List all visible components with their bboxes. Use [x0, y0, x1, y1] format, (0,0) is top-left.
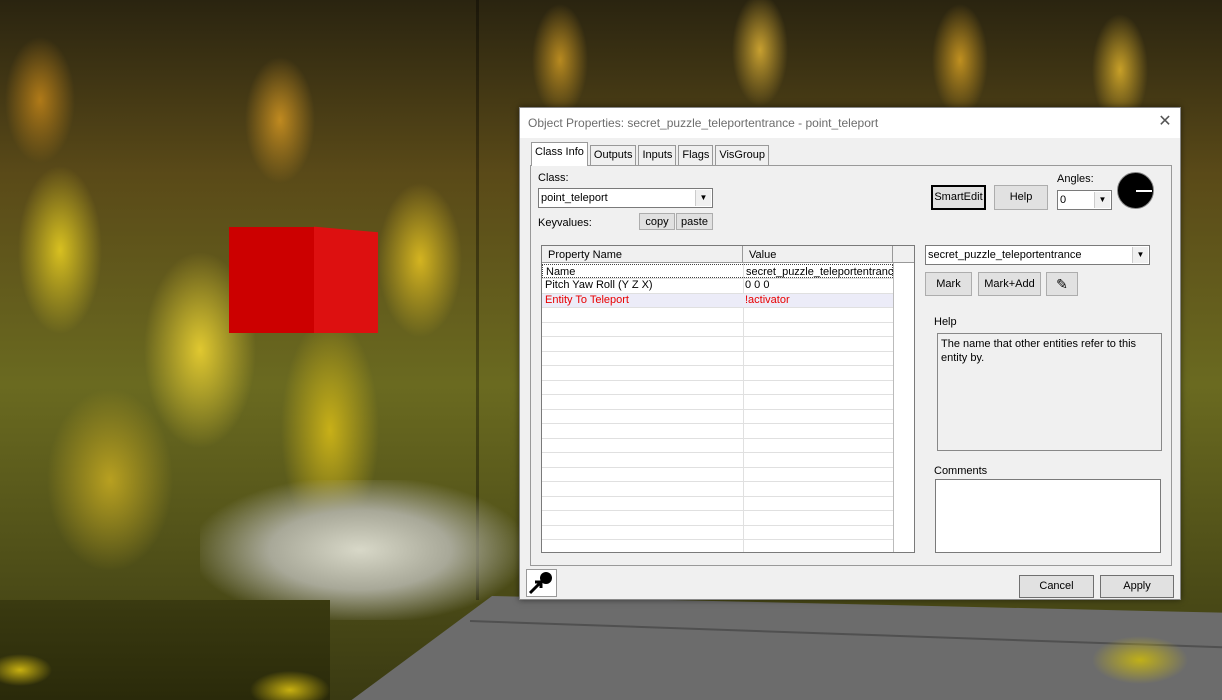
grid-row-line [542, 423, 893, 424]
comments-label: Comments [934, 465, 988, 477]
property-value: 0 0 0 [745, 279, 770, 291]
grid-row-line [542, 365, 893, 366]
keyvalues-label: Keyvalues: [538, 217, 592, 229]
help-text-box: The name that other entities refer to th… [937, 333, 1162, 451]
tab-inputs[interactable]: Inputs [638, 145, 677, 166]
grid-header-property[interactable]: Property Name [542, 246, 743, 263]
cube-side-face [314, 226, 378, 333]
grid-row-line [542, 322, 893, 323]
cancel-button[interactable]: Cancel [1019, 575, 1094, 598]
tab-visgroup[interactable]: VisGroup [715, 145, 769, 166]
property-name: Entity To Teleport [545, 294, 629, 306]
property-value: !activator [745, 294, 790, 306]
value-combo-text: secret_puzzle_teleportentrance [928, 249, 1082, 261]
ground-rocks [200, 480, 520, 620]
class-label: Class: [538, 172, 569, 184]
grid-row-line [542, 336, 893, 337]
tab-flags[interactable]: Flags [678, 145, 714, 166]
eyedropper-icon[interactable]: ✎ [1046, 272, 1078, 296]
angle-dial-icon[interactable] [1117, 172, 1154, 209]
table-row[interactable]: Name secret_puzzle_teleportentrance [542, 264, 894, 278]
keyvalues-grid[interactable]: Property Name Value Name secret_puzzle_t… [541, 245, 915, 553]
tab-class-info[interactable]: Class Info [531, 142, 588, 166]
mark-button[interactable]: Mark [925, 272, 972, 296]
title-bar[interactable]: Object Properties: secret_puzzle_telepor… [520, 108, 1180, 138]
angles-combo[interactable]: 0 ▼ [1057, 190, 1112, 210]
grid-row-line [542, 307, 893, 308]
property-value: secret_puzzle_teleportentrance [746, 266, 894, 278]
table-row[interactable]: Pitch Yaw Roll (Y Z X) 0 0 0 [542, 278, 893, 292]
object-properties-dialog: Object Properties: secret_puzzle_telepor… [519, 107, 1181, 600]
table-row[interactable]: Entity To Teleport !activator [542, 293, 893, 307]
grid-row-line [542, 481, 893, 482]
help-text: The name that other entities refer to th… [941, 338, 1137, 364]
grid-row-line [542, 380, 893, 381]
grid-column-divider [893, 263, 894, 552]
grid-row-line [542, 438, 893, 439]
help-section-label: Help [934, 316, 957, 328]
chevron-down-icon: ▼ [1094, 192, 1110, 208]
chevron-down-icon: ▼ [695, 190, 711, 206]
grid-row-line [542, 452, 893, 453]
grid-header-value[interactable]: Value [743, 246, 893, 263]
grid-row-line [542, 467, 893, 468]
grid-row-line [542, 525, 893, 526]
class-combo[interactable]: point_teleport ▼ [538, 188, 713, 208]
grid-header-filler [893, 246, 914, 263]
close-button[interactable]: ✕ [1150, 108, 1180, 138]
dialog-title: Object Properties: secret_puzzle_telepor… [528, 116, 879, 130]
grid-row-line [542, 394, 893, 395]
cube-front-face [229, 227, 314, 333]
help-button[interactable]: Help [994, 185, 1048, 210]
angles-value: 0 [1060, 194, 1067, 206]
grid-row-line [542, 351, 893, 352]
angles-label: Angles: [1057, 173, 1094, 185]
grid-row-line [542, 409, 893, 410]
property-name: Pitch Yaw Roll (Y Z X) [545, 279, 653, 291]
smartedit-button[interactable]: SmartEdit [931, 185, 986, 210]
point-teleport-entity-cube[interactable] [229, 221, 378, 333]
mark-add-button[interactable]: Mark+Add [978, 272, 1041, 296]
grid-row-line [542, 539, 893, 540]
chevron-down-icon: ▼ [1132, 247, 1148, 263]
grid-row-line [542, 510, 893, 511]
comments-field[interactable] [935, 479, 1161, 553]
tab-outputs[interactable]: Outputs [589, 145, 637, 166]
paste-button[interactable]: paste [676, 213, 713, 230]
grid-row-line [542, 496, 893, 497]
tab-strip: Class Info Outputs Inputs Flags VisGroup [531, 142, 771, 167]
grid-row-line [542, 293, 893, 294]
class-value: point_teleport [541, 192, 608, 204]
grid-row-line [542, 278, 893, 279]
banana-ground-right [1060, 620, 1222, 700]
value-combo[interactable]: secret_puzzle_teleportentrance ▼ [925, 245, 1150, 265]
entity-pointer-icon[interactable] [526, 569, 557, 597]
banana-ground-left [0, 600, 330, 700]
copy-button[interactable]: copy [639, 213, 675, 230]
property-name: Name [546, 266, 576, 278]
apply-button[interactable]: Apply [1100, 575, 1174, 598]
